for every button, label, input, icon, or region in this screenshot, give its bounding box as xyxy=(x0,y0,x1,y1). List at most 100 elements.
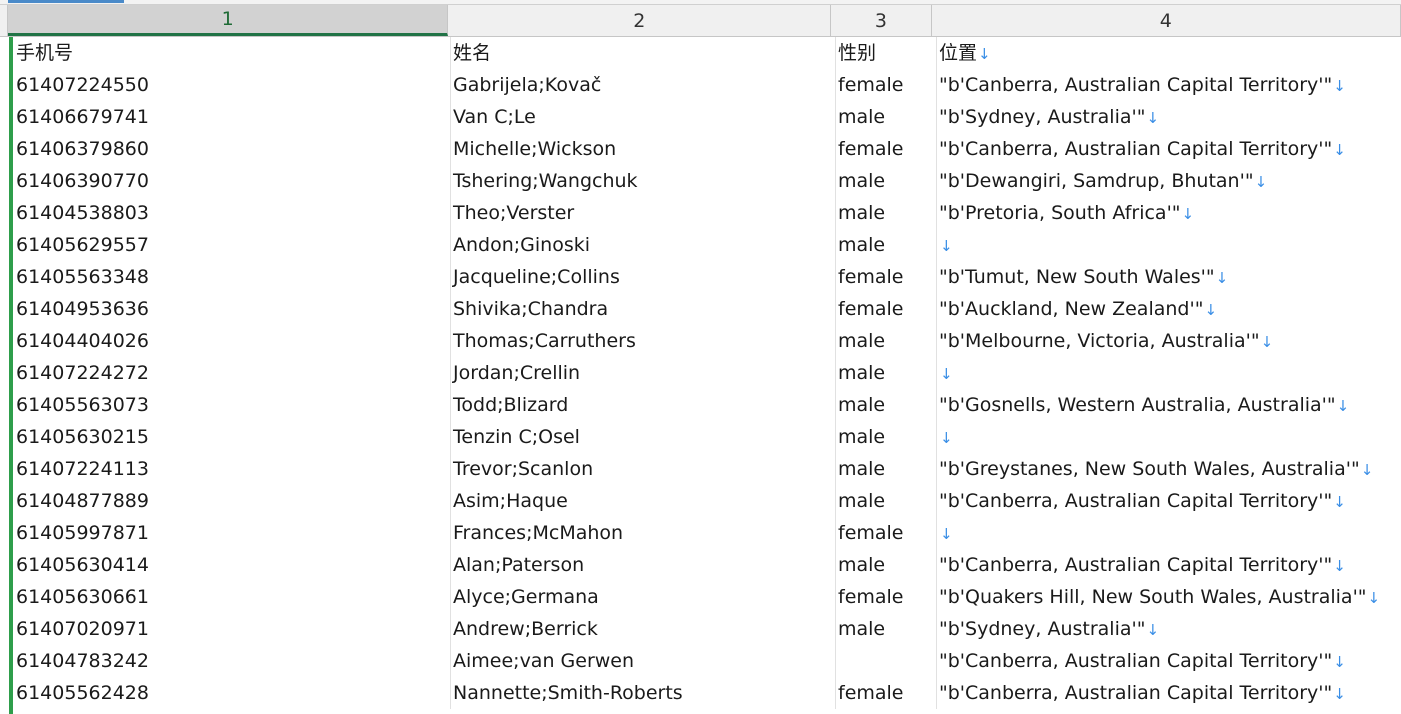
phone-cell[interactable]: 61406679741 xyxy=(14,101,451,133)
name-cell[interactable]: Asim;Haque xyxy=(451,485,836,517)
gender-cell[interactable]: male xyxy=(836,357,937,389)
name-cell[interactable]: Jacqueline;Collins xyxy=(451,261,836,293)
location-cell[interactable]: ↓ xyxy=(937,421,1401,453)
table-row[interactable]: 61405997871 Frances;McMahon female ↓ xyxy=(0,517,1401,549)
phone-cell[interactable]: 61404783242 xyxy=(14,645,451,677)
gender-cell[interactable]: male xyxy=(836,101,937,133)
gender-cell[interactable]: female xyxy=(836,581,937,613)
location-cell[interactable]: "b'Tumut, New South Wales'"↓ xyxy=(937,261,1401,293)
location-cell[interactable]: "b'Sydney, Australia'"↓ xyxy=(937,613,1401,645)
gender-cell[interactable]: male xyxy=(836,613,937,645)
gender-cell[interactable]: male xyxy=(836,165,937,197)
location-cell[interactable]: "b'Auckland, New Zealand'"↓ xyxy=(937,293,1401,325)
gender-cell[interactable]: female xyxy=(836,133,937,165)
gender-cell[interactable]: female xyxy=(836,69,937,101)
location-cell[interactable]: "b'Canberra, Australian Capital Territor… xyxy=(937,677,1401,709)
phone-cell[interactable]: 61407224550 xyxy=(14,69,451,101)
gender-cell[interactable]: male xyxy=(836,485,937,517)
phone-cell[interactable]: 61405629557 xyxy=(14,229,451,261)
phone-cell[interactable]: 61405630661 xyxy=(14,581,451,613)
table-row[interactable]: 61406379860 Michelle;Wickson female "b'Canb… xyxy=(0,133,1401,165)
gender-cell[interactable]: female xyxy=(836,293,937,325)
table-row[interactable]: 61405562428 Nannette;Smith-Roberts female "… xyxy=(0,677,1401,709)
name-cell[interactable]: Theo;Verster xyxy=(451,197,836,229)
table-row[interactable]: 61405629557 Andon;Ginoski male ↓ xyxy=(0,229,1401,261)
table-row[interactable]: 61406390770 Tshering;Wangchuk male "b'Dewan… xyxy=(0,165,1401,197)
phone-cell[interactable]: 61404404026 xyxy=(14,325,451,357)
table-row[interactable]: 61405563348 Jacqueline;Collins female "b'Tu… xyxy=(0,261,1401,293)
table-row[interactable]: 61405630661 Alyce;Germana female "b'Quakers… xyxy=(0,581,1401,613)
name-cell[interactable]: Jordan;Crellin xyxy=(451,357,836,389)
column-header-4[interactable]: 4 xyxy=(932,5,1401,36)
table-row[interactable]: 61404538803 Theo;Verster male "b'Pretoria, … xyxy=(0,197,1401,229)
gender-cell[interactable]: female xyxy=(836,517,937,549)
phone-cell[interactable]: 61407020971 xyxy=(14,613,451,645)
select-all-corner[interactable] xyxy=(0,5,8,36)
name-cell[interactable]: Shivika;Chandra xyxy=(451,293,836,325)
location-cell[interactable]: "b'Canberra, Australian Capital Territor… xyxy=(937,549,1401,581)
name-cell[interactable]: Gabrijela;Kovač xyxy=(451,69,836,101)
location-cell[interactable]: "b'Dewangiri, Samdrup, Bhutan'"↓ xyxy=(937,165,1401,197)
name-cell[interactable]: Michelle;Wickson xyxy=(451,133,836,165)
name-cell[interactable]: Aimee;van Gerwen xyxy=(451,645,836,677)
phone-cell[interactable]: 61405563073 xyxy=(14,389,451,421)
table-row[interactable]: 61405563073 Todd;Blizard male "b'Gosnells, … xyxy=(0,389,1401,421)
gender-cell[interactable]: male xyxy=(836,197,937,229)
location-cell[interactable]: "b'Gosnells, Western Australia, Australi… xyxy=(937,389,1401,421)
table-row[interactable]: 61404953636 Shivika;Chandra female "b'Auckl… xyxy=(0,293,1401,325)
phone-cell[interactable]: 61405563348 xyxy=(14,261,451,293)
phone-cell[interactable]: 61406390770 xyxy=(14,165,451,197)
phone-cell[interactable]: 61404877889 xyxy=(14,485,451,517)
table-row[interactable]: 61407020971 Andrew;Berrick male "b'Sydney, … xyxy=(0,613,1401,645)
phone-cell[interactable]: 61405630414 xyxy=(14,549,451,581)
gender-cell[interactable] xyxy=(836,645,937,677)
phone-cell[interactable]: 61405562428 xyxy=(14,677,451,709)
table-row[interactable]: 61406679741 Van C;Le male "b'Sydney, Austra… xyxy=(0,101,1401,133)
table-row[interactable]: 61405630414 Alan;Paterson male "b'Canberra,… xyxy=(0,549,1401,581)
name-cell[interactable]: Andon;Ginoski xyxy=(451,229,836,261)
location-cell[interactable]: "b'Canberra, Australian Capital Territor… xyxy=(937,133,1401,165)
gender-cell[interactable]: 性别 xyxy=(836,37,937,69)
sheet-grid[interactable]: 手机号 姓名 性别 位置↓ 61407224550 Gabrijela;Kovač fema… xyxy=(0,37,1401,714)
table-row[interactable]: 61407224113 Trevor;Scanlon male "b'Greystan… xyxy=(0,453,1401,485)
name-cell[interactable]: Alyce;Germana xyxy=(451,581,836,613)
gender-cell[interactable]: male xyxy=(836,229,937,261)
column-header-1[interactable]: 1 xyxy=(7,5,449,36)
location-cell[interactable]: ↓ xyxy=(937,357,1401,389)
gender-cell[interactable]: male xyxy=(836,421,937,453)
name-cell[interactable]: Trevor;Scanlon xyxy=(451,453,836,485)
gender-cell[interactable]: male xyxy=(836,453,937,485)
phone-cell[interactable]: 61407224272 xyxy=(14,357,451,389)
location-cell[interactable]: "b'Canberra, Australian Capital Territor… xyxy=(937,69,1401,101)
name-cell[interactable]: Alan;Paterson xyxy=(451,549,836,581)
phone-cell[interactable]: 61407224113 xyxy=(14,453,451,485)
location-cell[interactable]: "b'Greystanes, New South Wales, Australi… xyxy=(937,453,1401,485)
phone-cell[interactable]: 61404953636 xyxy=(14,293,451,325)
name-cell[interactable]: Todd;Blizard xyxy=(451,389,836,421)
phone-cell[interactable]: 手机号 xyxy=(14,37,451,69)
table-row[interactable]: 61407224272 Jordan;Crellin male ↓ xyxy=(0,357,1401,389)
gender-cell[interactable]: male xyxy=(836,325,937,357)
location-cell[interactable]: ↓ xyxy=(937,517,1401,549)
table-row[interactable]: 61405630215 Tenzin C;Osel male ↓ xyxy=(0,421,1401,453)
phone-cell[interactable]: 61405997871 xyxy=(14,517,451,549)
table-row[interactable]: 61404783242 Aimee;van Gerwen "b'Canberra, … xyxy=(0,645,1401,677)
location-cell[interactable]: "b'Pretoria, South Africa'"↓ xyxy=(937,197,1401,229)
table-row[interactable]: 61404877889 Asim;Haque male "b'Canberra, Au… xyxy=(0,485,1401,517)
location-cell[interactable]: "b'Quakers Hill, New South Wales, Austra… xyxy=(937,581,1401,613)
location-cell[interactable]: "b'Canberra, Australian Capital Territor… xyxy=(937,485,1401,517)
location-cell[interactable]: "b'Canberra, Australian Capital Territor… xyxy=(937,645,1401,677)
location-cell[interactable]: "b'Sydney, Australia'"↓ xyxy=(937,101,1401,133)
gender-cell[interactable]: female xyxy=(836,677,937,709)
name-cell[interactable]: Tshering;Wangchuk xyxy=(451,165,836,197)
table-row[interactable]: 手机号 姓名 性别 位置↓ xyxy=(0,37,1401,69)
phone-cell[interactable]: 61404538803 xyxy=(14,197,451,229)
location-cell[interactable]: ↓ xyxy=(937,229,1401,261)
phone-cell[interactable]: 61405630215 xyxy=(14,421,451,453)
table-row[interactable]: 61407224550 Gabrijela;Kovač female "b'Canbe… xyxy=(0,69,1401,101)
name-cell[interactable]: Frances;McMahon xyxy=(451,517,836,549)
location-cell[interactable]: "b'Melbourne, Victoria, Australia'"↓ xyxy=(937,325,1401,357)
name-cell[interactable]: Nannette;Smith-Roberts xyxy=(451,677,836,709)
location-cell[interactable]: 位置↓ xyxy=(937,37,1401,69)
name-cell[interactable]: Thomas;Carruthers xyxy=(451,325,836,357)
